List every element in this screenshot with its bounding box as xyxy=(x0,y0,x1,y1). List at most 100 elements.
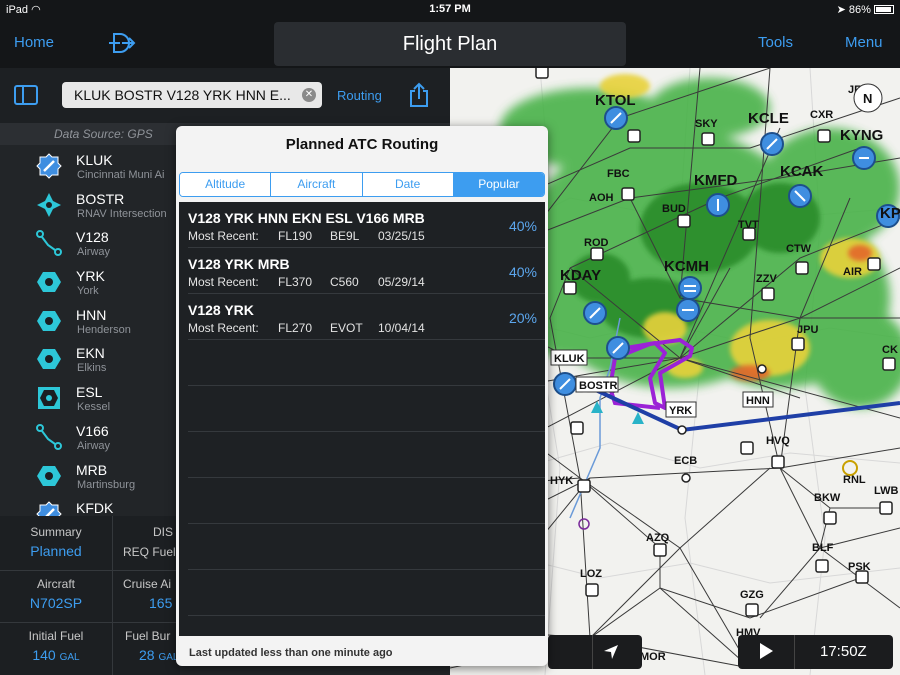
waypoint-item[interactable]: V128 Airway xyxy=(0,224,180,263)
req-fuel-label: REQ Fuel xyxy=(123,545,176,559)
cruise-altitude-label: Cruise Ai xyxy=(123,577,172,591)
last-updated-text: Last updated less than one minute ago xyxy=(189,647,393,659)
route-row[interactable]: V128 YRK MRB Most Recent: FL370 C560 05/29/1… xyxy=(188,248,545,294)
aircraft-label: Aircraft xyxy=(36,577,75,591)
map-label: KLUK xyxy=(554,353,585,365)
vortac-icon xyxy=(36,385,62,411)
waypoint-item[interactable]: YRK York xyxy=(0,263,180,302)
waypoint-description: York xyxy=(77,285,99,298)
route-row[interactable]: V128 YRK HNN EKN ESL V166 MRB Most Recent… xyxy=(188,202,545,248)
map-label: KP xyxy=(880,205,900,222)
clear-icon[interactable]: ✕ xyxy=(302,88,316,102)
waypoint-name: KLUK xyxy=(76,152,113,168)
route-text: V128 YRK MRB xyxy=(188,256,290,272)
waypoint-name: ESL xyxy=(76,384,103,401)
map-label: MOR xyxy=(640,651,666,663)
sidebar-toggle-icon[interactable] xyxy=(14,85,38,110)
track-up-icon[interactable] xyxy=(602,643,620,666)
map-control-segment[interactable] xyxy=(548,635,562,669)
distance-cell[interactable]: DIS REQ Fuel xyxy=(113,525,180,559)
waypoint-name: V128 xyxy=(76,229,109,246)
divider xyxy=(794,635,795,669)
waypoint-item[interactable]: KLUK Cincinnati Muni Ai xyxy=(0,147,180,186)
home-button[interactable]: Home xyxy=(14,34,54,51)
waypoint-description: Martinsburg xyxy=(77,478,136,491)
map-label: AZQ xyxy=(646,532,670,544)
tab-altitude[interactable]: Altitude xyxy=(180,173,272,196)
map-label: ZZV xyxy=(756,273,777,285)
aircraft-cell[interactable]: Aircraft N702SP xyxy=(0,577,112,611)
rnav-intersection-icon xyxy=(36,192,62,218)
zulu-time: 17:50Z xyxy=(820,643,867,660)
waypoint-item[interactable]: HNN Henderson xyxy=(0,302,180,341)
waypoint-name: EKN xyxy=(76,345,105,362)
direct-to-icon[interactable] xyxy=(106,30,136,56)
popover-title: Planned ATC Routing xyxy=(285,136,439,153)
vor-icon xyxy=(36,269,62,295)
waypoint-item[interactable]: BOSTR RNAV Intersection xyxy=(0,186,180,225)
empty-row xyxy=(188,524,545,570)
tab-aircraft[interactable]: Aircraft xyxy=(271,173,363,196)
route-text: V128 YRK xyxy=(188,302,254,318)
waypoint-description: Kessel xyxy=(77,401,111,414)
waypoint-description: RNAV Intersection xyxy=(77,207,167,220)
tab-date[interactable]: Date xyxy=(362,173,454,196)
aircraft-value: N702SP xyxy=(29,595,83,611)
route-text: V128 YRK HNN EKN ESL V166 MRB xyxy=(188,210,425,226)
route-row[interactable]: V128 YRK Most Recent: FL270 EVOT 10/04/14 20% xyxy=(188,294,545,340)
route-meta: Most Recent: FL370 C560 05/29/14 xyxy=(188,275,425,289)
menu-button[interactable]: Menu xyxy=(845,34,883,51)
initial-fuel-value: 140 GAL xyxy=(32,647,80,663)
map-label: BKW xyxy=(814,492,841,504)
waypoint-item[interactable]: EKN Elkins xyxy=(0,340,180,379)
fuel-burn-cell[interactable]: Fuel Bur 28 GAL xyxy=(113,629,180,663)
waypoint-name: KFDK xyxy=(76,500,114,517)
tools-button[interactable]: Tools xyxy=(758,34,793,51)
empty-row xyxy=(188,570,545,616)
summary-cell[interactable]: Summary Planned xyxy=(0,525,112,559)
route-date: 05/29/14 xyxy=(378,275,425,289)
cruise-altitude-cell[interactable]: Cruise Ai 165 xyxy=(113,577,180,611)
waypoint-name: HNN xyxy=(76,306,107,323)
map-label: ROD xyxy=(584,237,609,249)
routing-button[interactable]: Routing xyxy=(337,88,382,103)
waypoint-name: BOSTR xyxy=(76,190,125,207)
route-percent: 40% xyxy=(508,218,537,234)
empty-row xyxy=(188,432,545,478)
share-icon[interactable] xyxy=(408,82,430,113)
waypoint-item[interactable]: V166 Airway xyxy=(0,418,180,457)
route-input[interactable]: KLUK BOSTR V128 YRK HNN E... xyxy=(62,82,322,108)
map-label: AOH xyxy=(589,192,614,204)
map-label: FBC xyxy=(607,168,630,180)
empty-row xyxy=(188,386,545,432)
north-up-icon[interactable]: N xyxy=(853,83,883,113)
nav-bar: Home Flight Plan Tools Menu xyxy=(0,20,900,68)
waypoint-description: Airway xyxy=(77,246,111,259)
route-date: 10/04/14 xyxy=(378,321,425,335)
map-label: JPU xyxy=(797,324,818,336)
waypoint-item[interactable]: MRB Martinsburg xyxy=(0,457,180,496)
status-bar: iPad ◠ 1:57 PM ➤ 86% xyxy=(0,0,900,20)
tab-popular[interactable]: Popular xyxy=(453,173,544,196)
map-label: ECB xyxy=(674,455,697,467)
most-recent-label: Most Recent: xyxy=(188,229,259,243)
map-label: CTW xyxy=(786,243,812,255)
airway-icon xyxy=(36,230,62,257)
map-label: KCMH xyxy=(664,258,709,275)
waypoint-item[interactable]: ESL Kessel xyxy=(0,379,180,418)
vor-icon xyxy=(36,308,62,334)
map-label: YRK xyxy=(669,405,692,417)
summary-panel: Summary Planned DIS REQ Fuel Aircraft N7… xyxy=(0,516,180,675)
map-label: RNL xyxy=(843,474,866,486)
initial-fuel-cell[interactable]: Initial Fuel 140 GAL xyxy=(0,629,112,663)
summary-value: Planned xyxy=(30,543,82,559)
route-altitude: FL270 xyxy=(278,321,313,335)
route-meta: Most Recent: FL190 BE9L 03/25/15 xyxy=(188,229,425,243)
most-recent-label: Most Recent: xyxy=(188,321,259,335)
ipad-screen: iPad ◠ 1:57 PM ➤ 86% Home Flight Plan To… xyxy=(0,0,900,675)
atc-routing-popover: Planned ATC Routing Altitude Aircraft Date… xyxy=(176,126,548,666)
svg-text:N: N xyxy=(863,91,872,106)
divider xyxy=(0,570,180,571)
play-icon[interactable] xyxy=(760,643,773,659)
route-aircraft: EVOT xyxy=(330,321,363,335)
